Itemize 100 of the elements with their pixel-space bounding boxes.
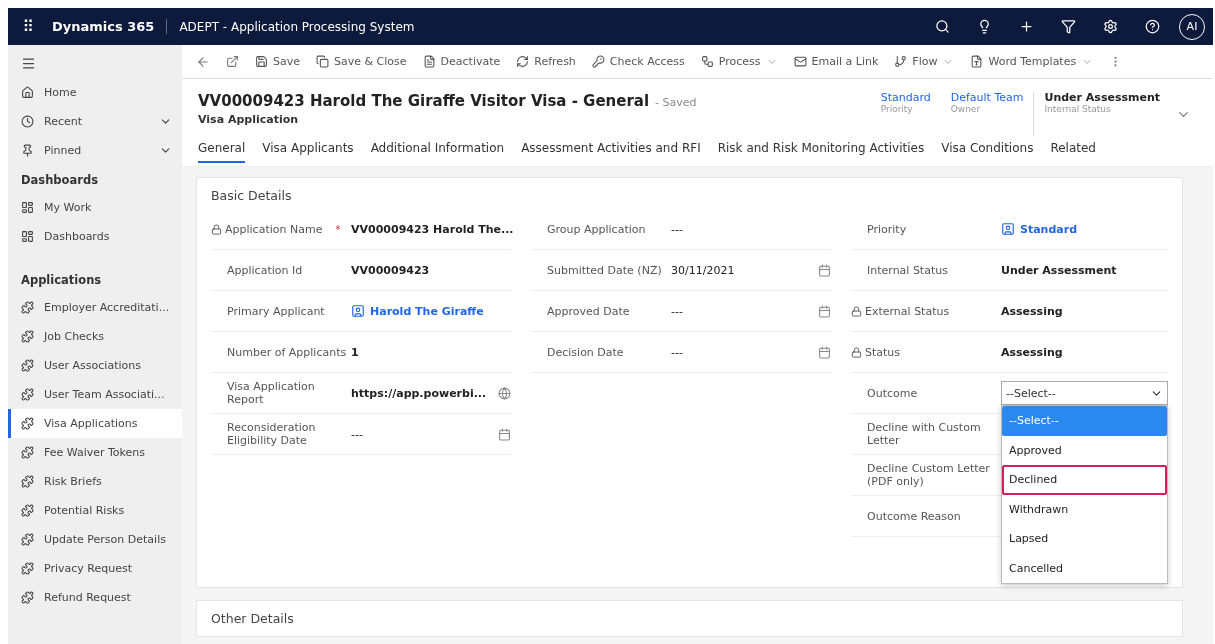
puzzle-icon: [21, 475, 34, 488]
command-button[interactable]: Flow: [888, 51, 961, 72]
dropdown-option[interactable]: Lapsed: [1002, 524, 1167, 554]
tab[interactable]: General: [198, 137, 246, 163]
tab[interactable]: Visa Applicants: [262, 137, 354, 163]
field-label: Priority: [866, 222, 907, 236]
nav-item[interactable]: User Team Associati...: [8, 380, 182, 409]
dashboard-icon: [21, 201, 34, 214]
field-label: External Status: [865, 304, 950, 318]
command-button[interactable]: Deactivate: [416, 51, 507, 72]
field-label: Visa Application Report: [226, 380, 316, 406]
nav-item[interactable]: Risk Briefs: [8, 467, 182, 496]
nav-item[interactable]: Job Checks: [8, 322, 182, 351]
dropdown-option[interactable]: Cancelled: [1002, 553, 1167, 583]
globe-icon[interactable]: [498, 386, 511, 400]
field-label: Primary Applicant: [226, 304, 325, 318]
app-launcher[interactable]: ⠿: [16, 17, 40, 36]
puzzle-icon: [21, 301, 34, 314]
tab[interactable]: Visa Conditions: [941, 137, 1034, 163]
command-button[interactable]: Refresh: [510, 51, 582, 72]
puzzle-icon: [21, 562, 34, 575]
nav-group-title: Applications: [20, 272, 103, 289]
product-name: Dynamics 365: [52, 19, 168, 34]
command-button[interactable]: Email a Link: [787, 51, 885, 72]
calendar-icon[interactable]: [818, 345, 831, 359]
field-value: VV00009423 Harold The...: [351, 222, 514, 236]
save-close-icon: [316, 55, 329, 68]
field-value: VV00009423: [351, 263, 430, 277]
command-button[interactable]: Word Templates: [964, 51, 1100, 72]
field-value: 1: [351, 345, 359, 359]
outcome-select[interactable]: --Select--: [1001, 381, 1168, 405]
puzzle-icon: [21, 330, 34, 343]
field-value: Assessing: [1001, 345, 1063, 359]
field-value: ---: [671, 222, 683, 236]
process-icon: [700, 55, 714, 68]
command-button[interactable]: Save & Close: [310, 51, 413, 72]
nav-item[interactable]: Pinned: [8, 136, 182, 165]
nav-item[interactable]: Employer Accreditati...: [8, 293, 182, 322]
nav-item[interactable]: Recent: [8, 107, 182, 136]
tab[interactable]: Assessment Activities and RFI: [521, 137, 701, 163]
puzzle-icon: [21, 591, 34, 604]
lock-icon: [851, 346, 862, 358]
lookup-link[interactable]: Harold The Giraffe: [351, 304, 484, 318]
nav-item[interactable]: Update Person Details: [8, 525, 182, 554]
field-label: Decline Custom Letter (PDF only): [866, 462, 991, 488]
field-label: Submitted Date (NZ): [546, 263, 662, 277]
field-value: ---: [351, 427, 363, 441]
lookup-link[interactable]: Standard: [1001, 222, 1078, 236]
field-label: Number of Applicants: [226, 345, 347, 359]
field-value: Assessing: [1001, 304, 1063, 318]
tab[interactable]: Related: [1050, 137, 1096, 163]
save-status: - Saved: [655, 96, 697, 109]
nav-item[interactable]: Refund Request: [8, 583, 182, 612]
command-button[interactable]: Check Access: [585, 51, 691, 72]
header-link[interactable]: Standard: [880, 91, 931, 104]
command-button[interactable]: Save: [249, 51, 306, 72]
menu-icon[interactable]: [21, 56, 36, 71]
dropdown-option[interactable]: Declined: [1002, 465, 1167, 495]
dropdown-option[interactable]: --Select--: [1002, 406, 1167, 436]
pop-out-icon: [226, 55, 239, 68]
dropdown-option[interactable]: Withdrawn: [1002, 494, 1167, 524]
lock-icon: [851, 305, 862, 317]
field-label: Decision Date: [546, 345, 624, 359]
refresh-icon: [516, 55, 530, 68]
field-value: Under Assessment: [1001, 263, 1117, 277]
key-icon: [591, 55, 605, 68]
calendar-icon[interactable]: [498, 427, 511, 441]
home-icon: [21, 86, 34, 99]
puzzle-icon: [21, 446, 34, 459]
tab[interactable]: Additional Information: [370, 137, 505, 163]
nav-item[interactable]: Privacy Request: [8, 554, 182, 583]
header-label: Internal Status: [1044, 104, 1112, 114]
lock-icon: [211, 223, 222, 235]
nav-group-title: Dashboards: [20, 172, 99, 189]
url-link[interactable]: https://app.powerbi...: [351, 386, 487, 400]
command-button[interactable]: Process: [694, 51, 784, 72]
field-label: Approved Date: [546, 304, 630, 318]
app-title: ADEPT - Application Processing System: [179, 19, 416, 34]
nav-item[interactable]: Fee Waiver Tokens: [8, 438, 182, 467]
calendar-icon[interactable]: [818, 263, 831, 277]
nav-item[interactable]: User Associations: [8, 351, 182, 380]
tab[interactable]: Risk and Risk Monitoring Activities: [717, 137, 925, 163]
nav-item[interactable]: Visa Applications: [8, 409, 182, 438]
header-value: Under Assessment: [1044, 91, 1160, 104]
puzzle-icon: [21, 504, 34, 517]
nav-item[interactable]: Potential Risks: [8, 496, 182, 525]
required-mark: *: [335, 223, 341, 235]
dashboard-icon: [21, 230, 34, 243]
header-link[interactable]: Default Team: [950, 91, 1024, 104]
section-title: Basic Details: [211, 188, 293, 203]
field-label: Outcome Reason: [866, 509, 961, 523]
nav-item[interactable]: Home: [8, 78, 182, 107]
record-icon: [351, 304, 365, 318]
pin-icon: [21, 144, 34, 157]
dropdown-option[interactable]: Approved: [1002, 435, 1167, 465]
field-label: Reconsideration Eligibility Date: [226, 421, 317, 447]
calendar-icon[interactable]: [818, 304, 831, 318]
nav-item[interactable]: My Work: [8, 193, 182, 222]
nav-item[interactable]: Dashboards: [8, 222, 182, 251]
field-label: Internal Status: [866, 263, 948, 277]
